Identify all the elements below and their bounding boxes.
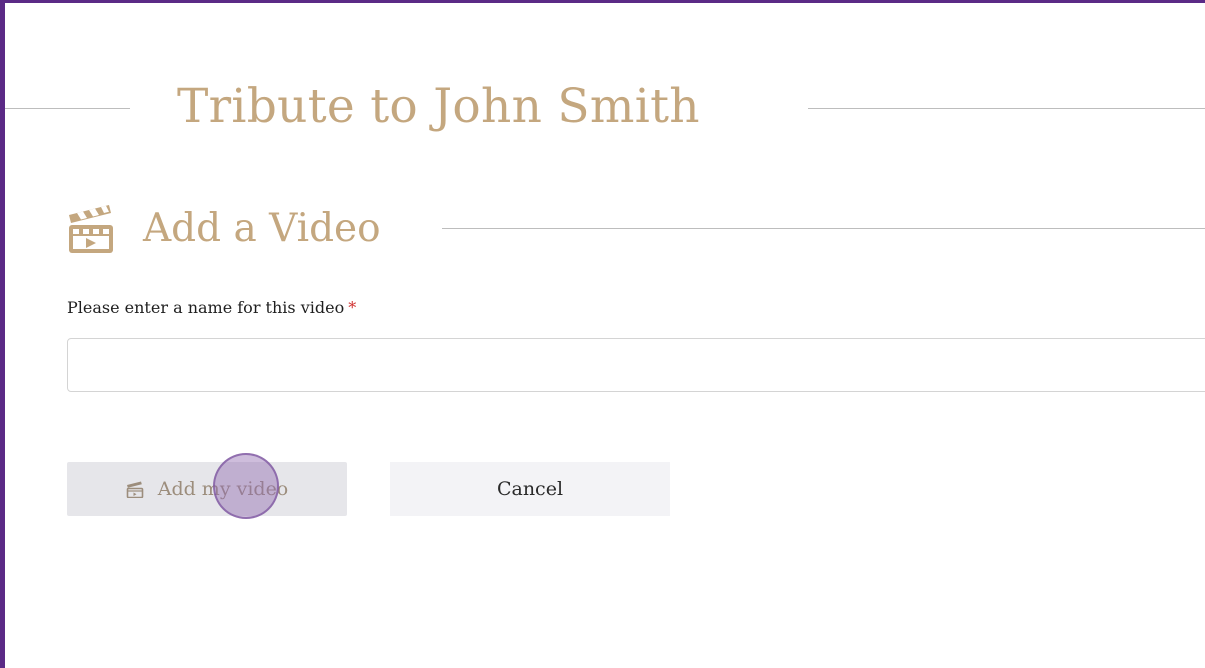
cancel-button[interactable]: Cancel bbox=[390, 462, 670, 516]
title-divider-right bbox=[808, 108, 1205, 109]
section-divider bbox=[442, 228, 1205, 229]
video-name-input[interactable] bbox=[67, 338, 1205, 392]
clapperboard-icon bbox=[63, 203, 117, 255]
video-name-label-text: Please enter a name for this video bbox=[67, 298, 345, 317]
section-title: Add a Video bbox=[143, 206, 381, 251]
app-window: Tribute to John Smith Add a Video Please… bbox=[0, 0, 1205, 668]
add-my-video-button[interactable]: Add my video bbox=[67, 462, 347, 516]
video-name-label: Please enter a name for this video * bbox=[67, 297, 356, 319]
clapperboard-icon bbox=[126, 481, 144, 498]
add-my-video-label: Add my video bbox=[157, 478, 289, 500]
required-marker: * bbox=[348, 298, 357, 317]
section-header: Add a Video bbox=[5, 199, 1205, 263]
page-title: Tribute to John Smith bbox=[177, 79, 700, 134]
title-divider-left bbox=[5, 108, 130, 109]
page-title-row: Tribute to John Smith bbox=[5, 73, 1205, 143]
cancel-label: Cancel bbox=[496, 478, 564, 500]
